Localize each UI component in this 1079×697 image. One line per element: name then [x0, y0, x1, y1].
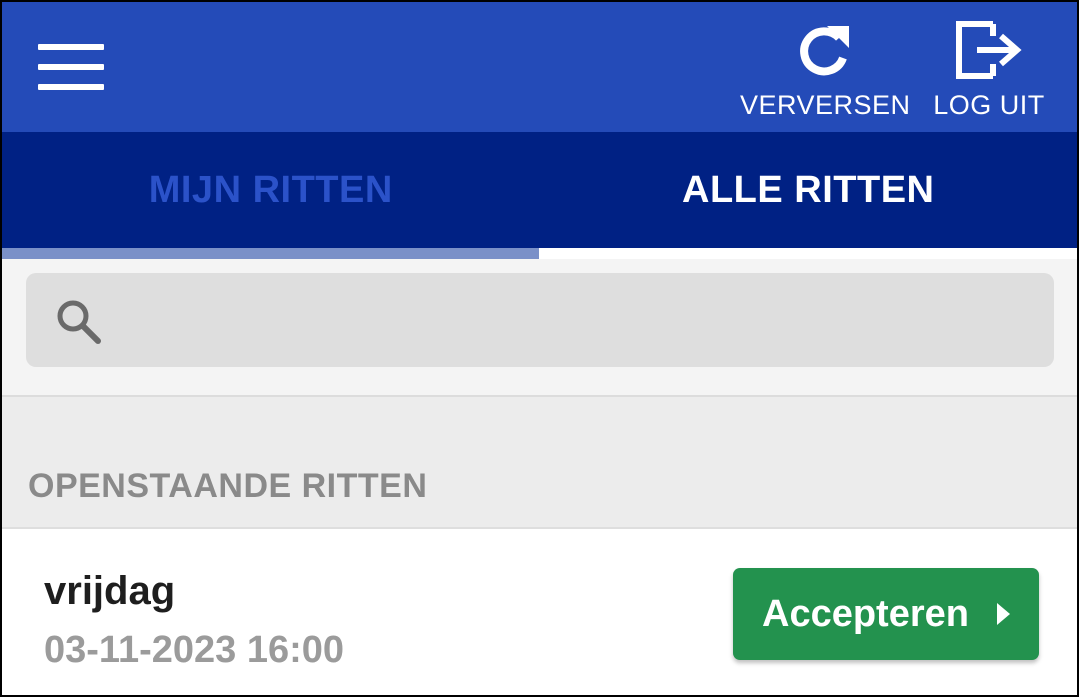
- app-header: VERVERSEN LOG UIT: [2, 2, 1077, 132]
- ride-datetime: 03-11-2023 16:00: [44, 629, 345, 671]
- list-item[interactable]: vrijdag 03-11-2023 16:00 Accepteren: [2, 529, 1077, 695]
- hamburger-menu-icon[interactable]: [38, 44, 108, 92]
- search-icon: [57, 300, 101, 344]
- logout-icon: [956, 21, 1022, 79]
- search-area: [2, 259, 1077, 397]
- refresh-icon: [800, 26, 849, 76]
- logout-button[interactable]: LOG UIT: [928, 20, 1050, 122]
- search-box[interactable]: [26, 273, 1054, 367]
- refresh-button[interactable]: VERVERSEN: [740, 20, 911, 122]
- tab-indicator-track: [539, 248, 1077, 259]
- accept-button[interactable]: Accepteren: [733, 568, 1039, 660]
- play-arrow-icon: [996, 603, 1010, 625]
- ride-day: vrijdag: [44, 569, 176, 613]
- tab-all-rides[interactable]: ALLE RITTEN: [540, 132, 1078, 248]
- tab-my-rides[interactable]: MIJN RITTEN: [2, 132, 540, 248]
- section-title: OPENSTAANDE RITTEN: [28, 467, 428, 505]
- active-tab-indicator: [2, 248, 539, 259]
- logout-label: LOG UIT: [933, 90, 1045, 120]
- app-screen: VERVERSEN LOG UIT MIJN RITTEN ALLE RITTE…: [0, 0, 1079, 697]
- refresh-label: VERVERSEN: [740, 90, 911, 120]
- section-header: OPENSTAANDE RITTEN: [2, 397, 1077, 529]
- search-input[interactable]: [122, 293, 1026, 349]
- accept-button-label: Accepteren: [762, 592, 969, 635]
- tab-bar: MIJN RITTEN ALLE RITTEN: [2, 132, 1077, 248]
